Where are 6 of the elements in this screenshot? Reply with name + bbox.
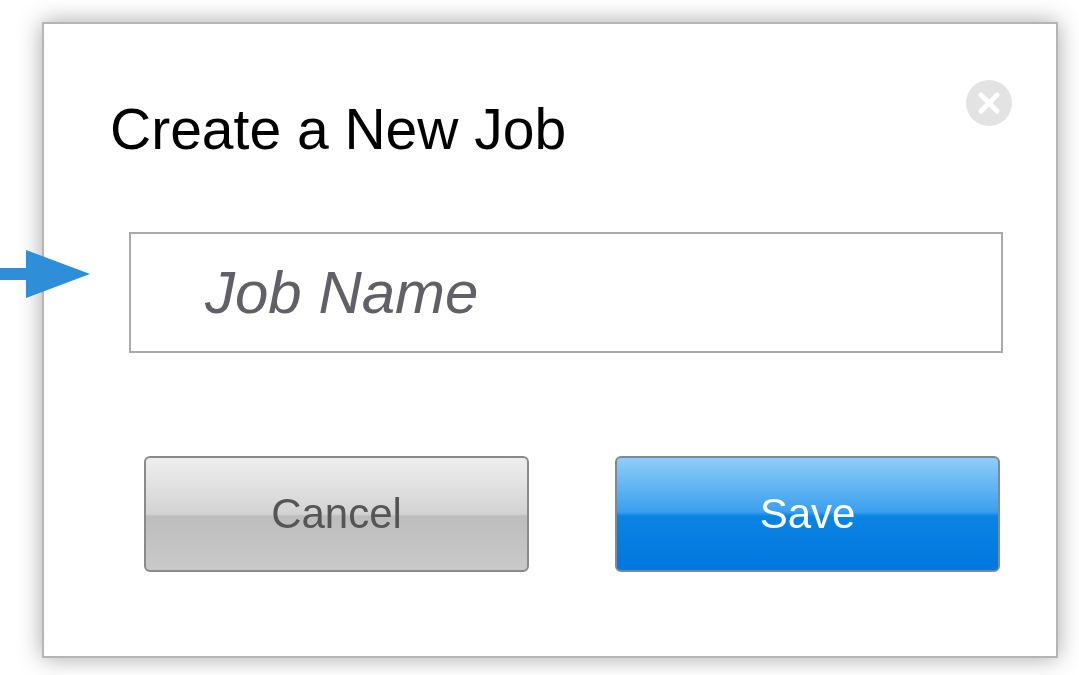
dialog-title: Create a New Job	[110, 96, 567, 163]
job-name-field[interactable]: Job Name	[129, 232, 1003, 353]
cancel-button[interactable]: Cancel	[144, 456, 529, 572]
arrow-icon	[0, 250, 90, 298]
close-icon[interactable]	[966, 80, 1012, 126]
save-button[interactable]: Save	[615, 456, 1000, 572]
